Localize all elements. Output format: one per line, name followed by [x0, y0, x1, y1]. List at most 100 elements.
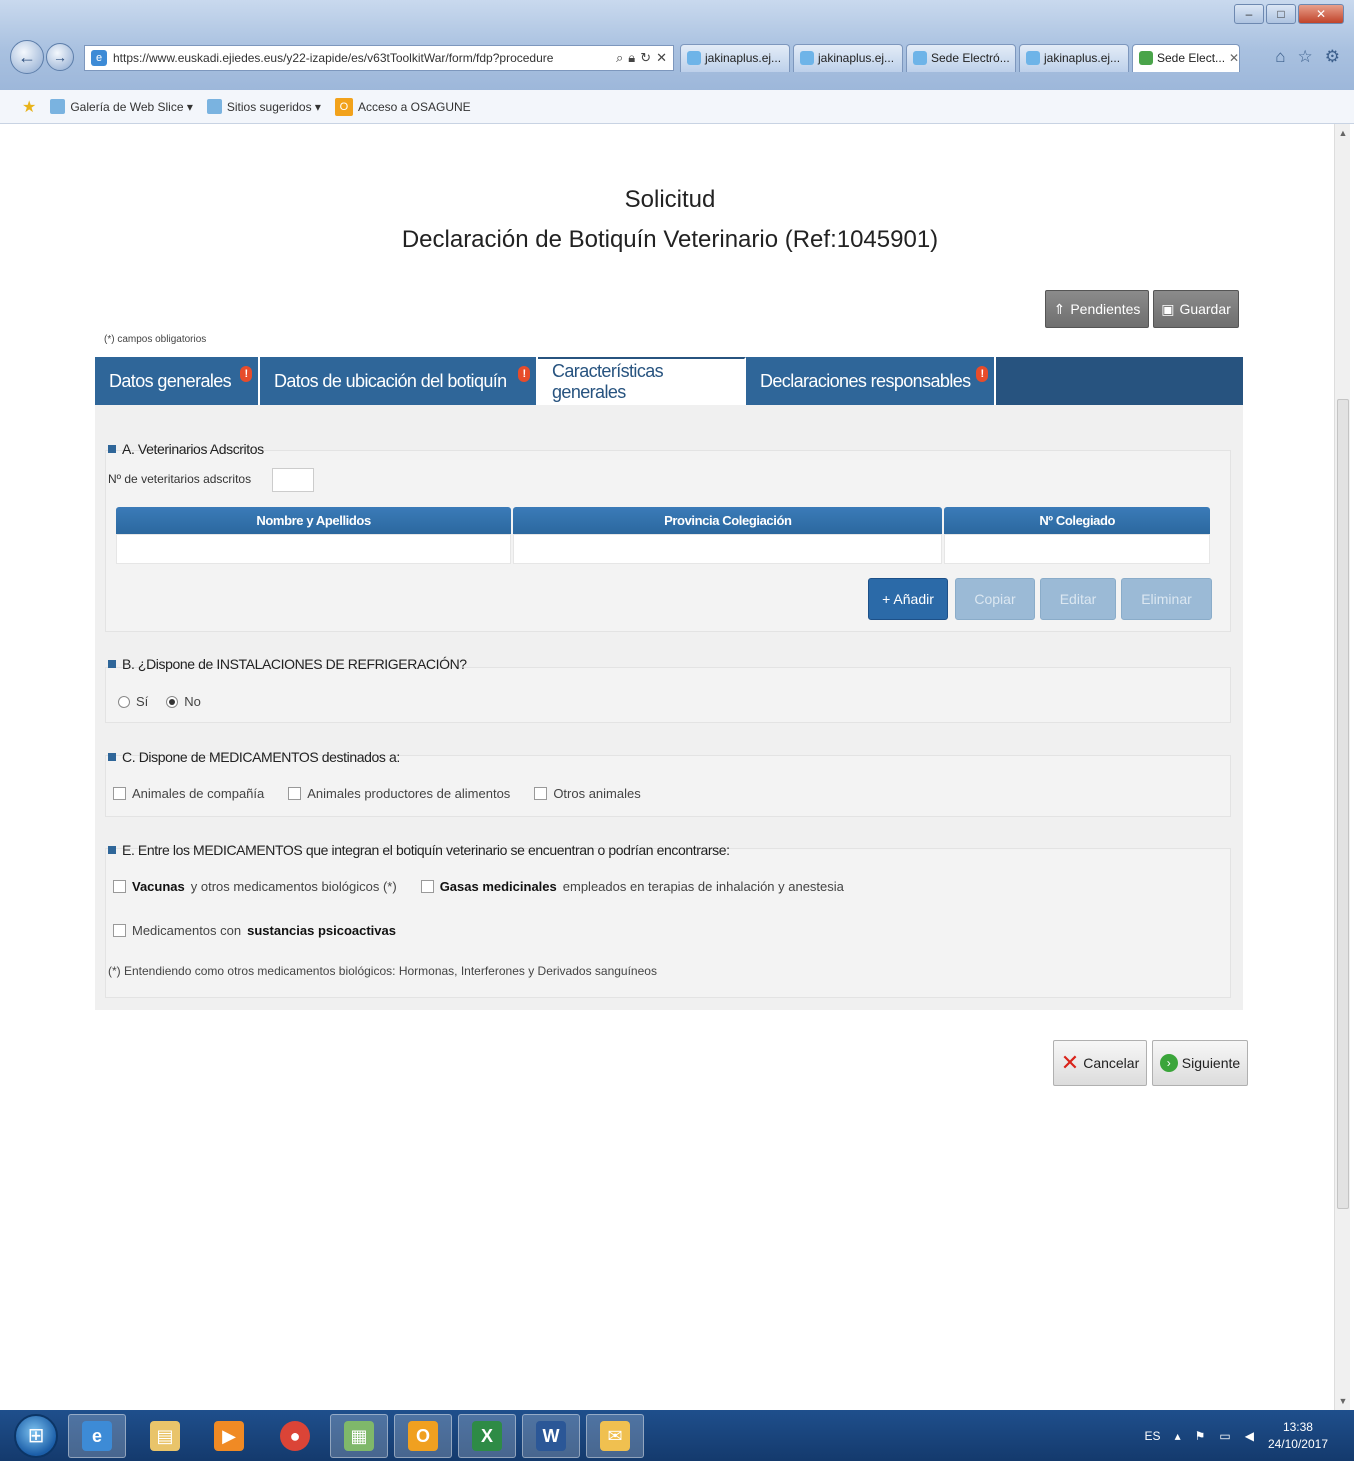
vets-table: Nombre y Apellidos Provincia Colegiación… [114, 507, 1212, 564]
action-center-flag-icon[interactable]: ⚑ [1195, 1429, 1206, 1443]
copy-vet-button[interactable]: Copiar [955, 578, 1035, 620]
osagune-label: Acceso a OSAGUNE [357, 99, 471, 114]
taskbar-media-player[interactable]: ▶ [200, 1414, 258, 1458]
taskbar-outlook[interactable]: O [394, 1414, 452, 1458]
scrollbar-thumb[interactable] [1337, 399, 1349, 1209]
section-b-panel [105, 667, 1231, 723]
settings-gear-icon[interactable]: ⚙ [1325, 47, 1340, 67]
psychoactive-label-bold: sustancias psicoactivas [247, 923, 396, 938]
radio-yes[interactable] [118, 695, 130, 708]
vertical-scrollbar[interactable]: ▲ ▼ [1334, 124, 1350, 1410]
page-title: Solicitud [624, 186, 716, 213]
forward-button[interactable]: → [46, 43, 74, 71]
pending-button[interactable]: ⇑ Pendientes [1045, 290, 1149, 328]
tab-caracteristicas-generales[interactable]: Características generales [538, 357, 746, 405]
checkbox-other-animals[interactable] [534, 787, 548, 800]
volume-icon[interactable]: ◀ [1245, 1429, 1254, 1443]
scroll-down-icon[interactable]: ▼ [1335, 1396, 1351, 1406]
favorites-bar: ★ Galería de Web Slice ▾ Sitios sugerido… [0, 90, 1354, 124]
checkbox-companion-animals[interactable] [113, 787, 126, 800]
address-url[interactable]: https://www.euskadi.ejiedes.eus/y22-izap… [113, 51, 610, 65]
language-indicator[interactable]: ES [1145, 1429, 1161, 1443]
address-bar[interactable]: e https://www.euskadi.ejiedes.eus/y22-iz… [84, 45, 674, 71]
minimize-button[interactable]: – [1234, 4, 1264, 24]
clock[interactable]: 13:38 24/10/2017 [1268, 1419, 1328, 1453]
word-icon: W [536, 1421, 566, 1451]
search-icon[interactable]: ⌕ [616, 50, 623, 66]
checkbox-food-animals[interactable] [288, 787, 302, 800]
form-content-panel [95, 405, 1243, 1010]
pending-icon: ⇑ [1053, 300, 1066, 317]
save-button[interactable]: ▣ Guardar [1153, 290, 1239, 328]
browser-tab-active[interactable]: Sede Elect... ✕ [1132, 44, 1240, 72]
taskbar-file-explorer[interactable]: ▤ [136, 1414, 194, 1458]
maximize-button[interactable]: □ [1266, 4, 1296, 24]
close-window-button[interactable]: ✕ [1298, 4, 1344, 24]
browser-tab[interactable]: jakinaplus.ej... [1019, 44, 1129, 72]
column-header[interactable]: Provincia Colegiación [513, 507, 943, 534]
next-button[interactable]: › Siguiente [1152, 1040, 1248, 1086]
tab-datos-generales[interactable]: Datos generales ! [95, 357, 260, 405]
checkbox-medicinal-gases[interactable] [420, 880, 434, 893]
cancel-button[interactable]: ✕ Cancelar [1053, 1040, 1147, 1086]
network-icon[interactable]: ▭ [1219, 1429, 1230, 1443]
back-button[interactable]: ← [10, 40, 44, 74]
media-player-icon: ▶ [214, 1421, 244, 1451]
add-vet-button[interactable]: + Añadir [868, 578, 948, 620]
taskbar-word[interactable]: W [522, 1414, 580, 1458]
refresh-icon[interactable]: ↻ [640, 50, 651, 66]
favorites-star-icon[interactable]: ☆ [1298, 47, 1313, 67]
section-b-title: B. ¿Dispone de INSTALACIONES DE REFRIGER… [108, 656, 467, 672]
tray-expand-icon[interactable]: ▴ [1175, 1429, 1181, 1443]
browser-tab[interactable]: Sede Electró... [906, 44, 1016, 72]
scroll-up-icon[interactable]: ▲ [1335, 128, 1351, 138]
column-header[interactable]: Nº Colegiado [944, 507, 1210, 534]
taskbar-excel[interactable]: X [458, 1414, 516, 1458]
tab-label: Sede Elect... [1157, 51, 1226, 65]
checkbox-vaccines[interactable] [113, 880, 126, 893]
browser-tabs: jakinaplus.ej... jakinaplus.ej... Sede E… [680, 44, 1240, 72]
section-a-title-text: A. Veterinarios Adscritos [122, 441, 264, 457]
folders-icon: ▦ [344, 1421, 374, 1451]
web-slice-gallery-link[interactable]: Galería de Web Slice ▾ [50, 99, 193, 114]
page-icon [800, 51, 814, 65]
biologics-footnote: (*) Entendiendo como otros medicamentos … [108, 964, 657, 978]
vets-count-input[interactable] [272, 468, 314, 492]
tab-datos-ubicacion[interactable]: Datos de ubicación del botiquín ! [260, 357, 538, 405]
system-tray: ES ▴ ⚑ ▭ ◀ 13:38 24/10/2017 [1145, 1414, 1328, 1458]
checkbox-psychoactive[interactable] [113, 924, 126, 937]
favorites-star-icon[interactable]: ★ [22, 97, 36, 117]
start-button[interactable]: ⊞ [14, 1414, 58, 1458]
section-c-title-text: C. Dispone de MEDICAMENTOS destinados a: [122, 749, 400, 765]
edit-vet-button[interactable]: Editar [1040, 578, 1116, 620]
close-tab-icon[interactable]: ✕ [1229, 51, 1239, 65]
table-row[interactable] [116, 534, 1210, 564]
psychoactive-label: Medicamentos con [132, 923, 242, 938]
taskbar-mail[interactable]: ✉ [586, 1414, 644, 1458]
section-e-title: E. Entre los MEDICAMENTOS que integran e… [108, 842, 730, 858]
tab-label: jakinaplus.ej... [705, 51, 782, 65]
home-icon[interactable]: ⌂ [1275, 47, 1285, 67]
radio-no[interactable] [166, 695, 179, 708]
osagune-link[interactable]: O Acceso a OSAGUNE [334, 97, 471, 116]
vaccines-label-bold: Vacunas [132, 879, 185, 894]
section-bullet-icon [108, 445, 116, 453]
taskbar-folders[interactable]: ▦ [330, 1414, 388, 1458]
section-bullet-icon [108, 660, 116, 668]
warning-icon: ! [976, 366, 988, 382]
site-icon: e [91, 50, 107, 66]
browser-tab[interactable]: jakinaplus.ej... [793, 44, 903, 72]
browser-tab[interactable]: jakinaplus.ej... [680, 44, 790, 72]
tab-label: jakinaplus.ej... [1044, 51, 1121, 65]
tab-declaraciones-responsables[interactable]: Declaraciones responsables ! [746, 357, 996, 405]
lock-icon[interactable]: 🔒︎ [628, 50, 635, 66]
window-controls: – □ ✕ [1234, 4, 1344, 24]
tab-label: Características generales [552, 361, 664, 402]
medication-types-options: Vacunas y otros medicamentos biológicos … [113, 879, 844, 894]
suggested-sites-link[interactable]: Sitios sugeridos ▾ [206, 99, 321, 114]
taskbar-internet-explorer[interactable]: e [68, 1414, 126, 1458]
stop-icon[interactable]: ✕ [656, 50, 667, 66]
delete-vet-button[interactable]: Eliminar [1121, 578, 1212, 620]
column-header[interactable]: Nombre y Apellidos [116, 507, 512, 534]
taskbar-chrome[interactable]: ● [266, 1414, 324, 1458]
